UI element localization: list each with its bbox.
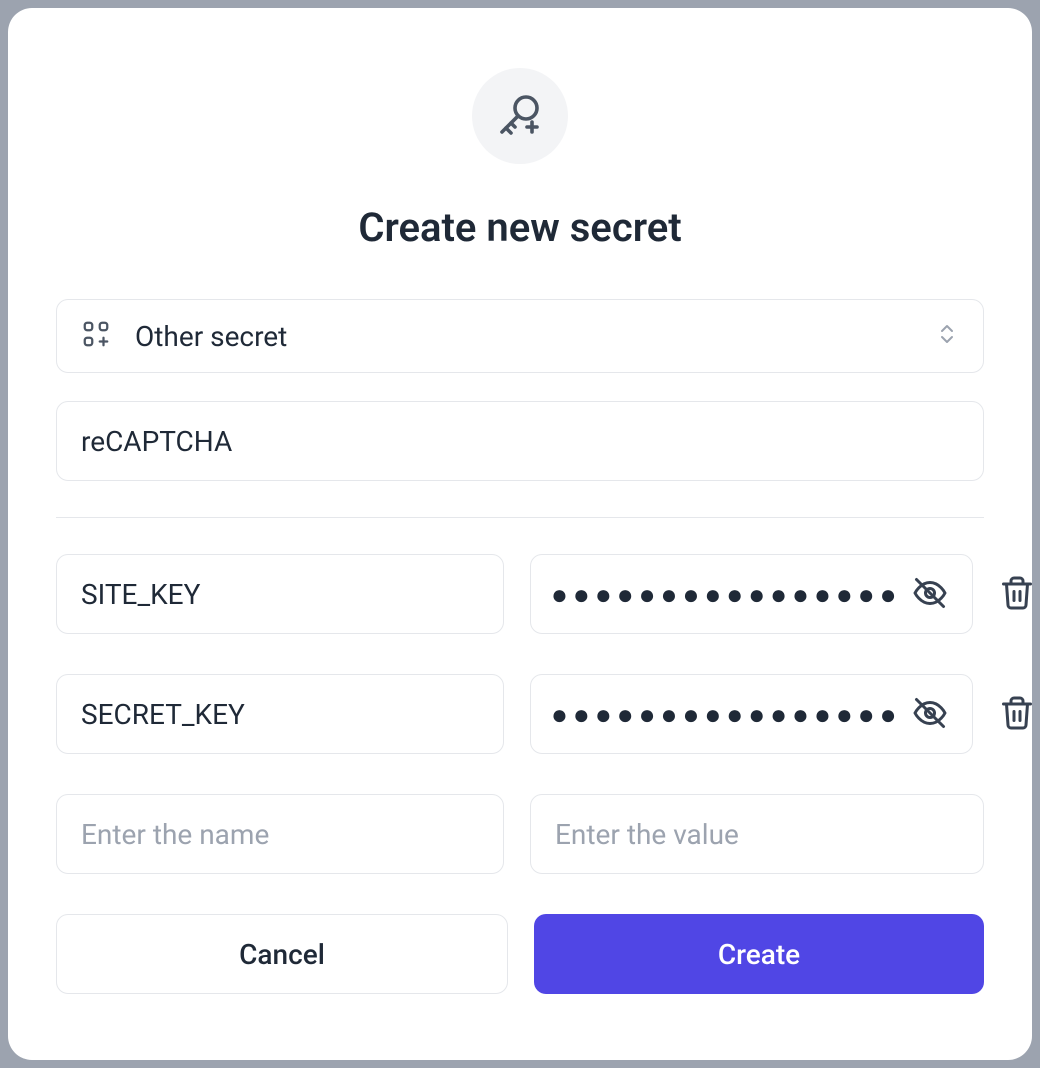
modal-title: Create new secret [56,204,984,251]
kv-value-wrapper [530,674,973,754]
create-button[interactable]: Create [534,914,984,994]
new-kv-name-input[interactable] [56,794,504,874]
secret-kv-row [56,674,984,754]
secret-name-input[interactable] [56,401,984,481]
kv-name-input[interactable] [56,554,504,634]
grid-plus-icon [81,319,111,353]
kv-value-input[interactable] [551,578,908,611]
header-icon-circle [472,68,568,164]
secret-kv-row [56,554,984,634]
kv-name-input[interactable] [56,674,504,754]
divider [56,517,984,518]
secret-type-label: Other secret [135,320,935,353]
new-kv-value-input[interactable] [530,794,984,874]
delete-row-button[interactable] [999,566,1035,622]
cancel-button[interactable]: Cancel [56,914,508,994]
action-buttons: Cancel Create [56,914,984,994]
toggle-visibility-button[interactable] [908,571,952,618]
delete-row-button[interactable] [999,686,1035,742]
create-secret-modal: Create new secret Other secret [8,8,1032,1060]
kv-value-wrapper [530,554,973,634]
eye-off-icon [912,575,948,614]
secret-type-select[interactable]: Other secret [56,299,984,373]
key-plus-icon [496,90,544,142]
new-kv-row [56,794,984,874]
eye-off-icon [912,695,948,734]
chevron-up-down-icon [935,322,959,350]
trash-icon [999,695,1035,734]
toggle-visibility-button[interactable] [908,691,952,738]
trash-icon [999,575,1035,614]
kv-value-input[interactable] [551,698,908,731]
